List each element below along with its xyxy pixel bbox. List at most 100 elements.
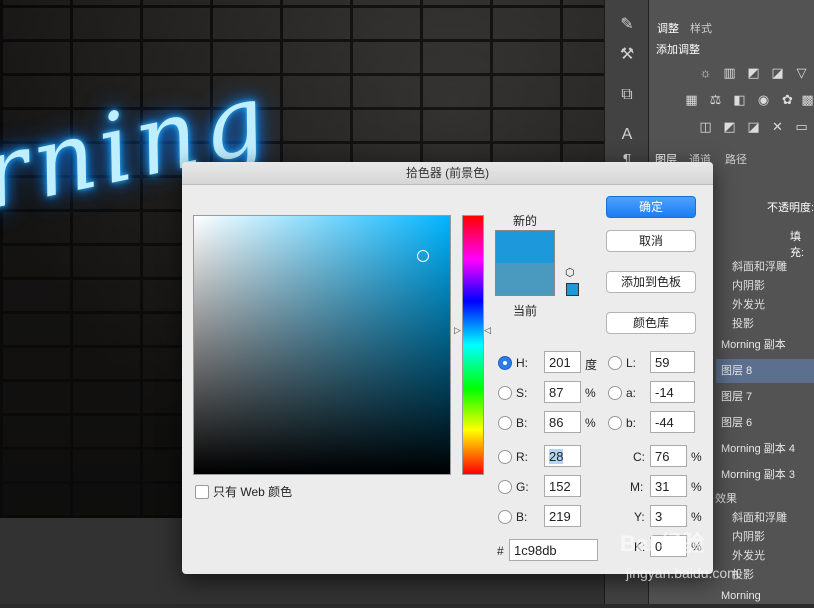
tab-paths[interactable]: 路径 (725, 151, 747, 167)
hex-input[interactable]: 1c98db (509, 539, 598, 561)
vibrance-icon[interactable]: ▽ (793, 66, 810, 80)
label-a: a: (626, 386, 637, 400)
curves-icon[interactable]: ◩ (745, 66, 762, 80)
fill-label: 填充: (790, 231, 805, 259)
web-only-checkbox[interactable] (195, 485, 209, 499)
layer-row[interactable]: Morning 副本 3 (716, 463, 814, 487)
input-b-lab[interactable]: -44 (650, 411, 695, 433)
web-only-label: 只有 Web 颜色 (213, 485, 293, 499)
cancel-button[interactable]: 取消 (606, 230, 696, 252)
input-c[interactable]: 76 (650, 445, 687, 467)
radio-blue[interactable] (498, 510, 512, 524)
unit-brightness: % (585, 416, 596, 430)
swatch-frame (495, 230, 555, 296)
threshold-icon[interactable]: ◪ (745, 120, 762, 134)
radio-b-lab[interactable] (608, 416, 622, 430)
gamut-warning-cube-icon[interactable]: ⬡ (565, 266, 575, 279)
layer-effect[interactable]: 斜面和浮雕 (732, 509, 787, 525)
unit-c: % (691, 450, 702, 464)
label-b-lab: b: (626, 416, 637, 430)
hue-saturation-icon[interactable]: ▦ (683, 93, 700, 107)
layer-row[interactable]: 图层 7 (716, 385, 814, 409)
hue-slider-right-handle-icon[interactable]: ◁ (484, 325, 491, 336)
layer-effect[interactable]: 投影 (732, 315, 754, 331)
radio-g[interactable] (498, 480, 512, 494)
layer-effect[interactable]: 内阴影 (732, 528, 765, 544)
levels-icon[interactable]: ▥ (721, 66, 738, 80)
brightness-icon[interactable]: ☼ (697, 66, 714, 80)
watermark: Bai 经验 (620, 531, 705, 556)
adjust-title: 添加调整 (656, 44, 700, 56)
label-h: H: (516, 356, 528, 370)
label-c: C: (633, 450, 645, 464)
input-l[interactable]: 59 (650, 351, 695, 373)
layer-effect[interactable]: 斜面和浮雕 (732, 258, 787, 274)
label-blue: B: (516, 510, 528, 524)
label-y: Y: (634, 510, 645, 524)
selective-color-icon[interactable]: ✕ (769, 120, 786, 134)
unit-h: 度 (585, 358, 598, 372)
color-picker-dialog: 拾色器 (前景色) ▷ ◁ 新的 当前 ⬡ 确定 取消 添加到色板 颜色库 H:… (182, 162, 713, 574)
radio-r[interactable] (498, 450, 512, 464)
label-l: L: (626, 356, 637, 370)
unit-s: % (585, 386, 596, 400)
input-blue[interactable]: 219 (544, 505, 581, 527)
tool-presets-icon[interactable]: ⚒ (615, 44, 639, 66)
layer-row-selected[interactable]: 图层 8 (716, 359, 814, 383)
input-m[interactable]: 31 (650, 475, 687, 497)
current-color-label: 当前 (513, 304, 538, 318)
color-lookup-icon[interactable]: ▩ (799, 93, 814, 107)
unit-y: % (691, 510, 702, 524)
radio-l[interactable] (608, 356, 622, 370)
brush-settings-icon[interactable]: ✎ (615, 14, 639, 36)
input-y[interactable]: 3 (650, 505, 687, 527)
layer-row[interactable]: Morning 副本 (716, 333, 814, 357)
input-r[interactable]: 28 (544, 445, 581, 467)
radio-a[interactable] (608, 386, 622, 400)
hex-label: # (497, 544, 504, 558)
tab-adjustments[interactable]: 调整 (657, 20, 679, 36)
radio-s[interactable] (498, 386, 512, 400)
color-libraries-button[interactable]: 颜色库 (606, 312, 696, 334)
exposure-icon[interactable]: ◪ (769, 66, 786, 80)
label-s: S: (516, 386, 528, 400)
effects-label: 效果 (715, 493, 737, 505)
tab-styles[interactable]: 样式 (690, 20, 712, 36)
input-g[interactable]: 152 (544, 475, 581, 497)
posterize-icon[interactable]: ◩ (721, 120, 738, 134)
dialog-title: 拾色器 (前景色) (182, 162, 713, 185)
hue-slider[interactable] (462, 215, 484, 475)
layer-row[interactable]: Morning (716, 584, 814, 608)
color-balance-icon[interactable]: ⚖ (707, 93, 724, 107)
web-safe-swatch[interactable] (566, 283, 579, 296)
new-color-label: 新的 (513, 214, 538, 228)
color-field[interactable] (193, 215, 451, 475)
layer-row[interactable]: Morning 副本 4 (716, 437, 814, 461)
invert-icon[interactable]: ◫ (697, 120, 714, 134)
input-a[interactable]: -14 (650, 381, 695, 403)
input-r-selected-text: 28 (549, 449, 564, 464)
layer-row[interactable]: 图层 6 (716, 411, 814, 435)
character-icon[interactable]: A (615, 124, 639, 146)
layer-effect[interactable]: 内阴影 (732, 277, 765, 293)
gradient-map-icon[interactable]: ▭ (793, 120, 810, 134)
layer-effect[interactable]: 外发光 (732, 547, 765, 563)
layer-effect[interactable]: 外发光 (732, 296, 765, 312)
clone-source-icon[interactable]: ⧉ (615, 84, 639, 106)
input-s[interactable]: 87 (544, 381, 581, 403)
ok-button[interactable]: 确定 (606, 196, 696, 218)
color-field-marker[interactable] (417, 250, 429, 262)
radio-h[interactable] (498, 356, 512, 370)
label-m: M: (630, 480, 644, 494)
input-brightness[interactable]: 86 (544, 411, 581, 433)
radio-brightness[interactable] (498, 416, 512, 430)
label-r: R: (516, 450, 528, 464)
label-g: G: (516, 480, 529, 494)
photo-filter-icon[interactable]: ◉ (755, 93, 772, 107)
label-brightness: B: (516, 416, 528, 430)
add-to-swatches-button[interactable]: 添加到色板 (606, 271, 696, 293)
black-white-icon[interactable]: ◧ (731, 93, 748, 107)
channel-mixer-icon[interactable]: ✿ (779, 93, 796, 107)
input-h[interactable]: 201 (544, 351, 581, 373)
hue-slider-left-handle-icon[interactable]: ▷ (454, 325, 461, 336)
